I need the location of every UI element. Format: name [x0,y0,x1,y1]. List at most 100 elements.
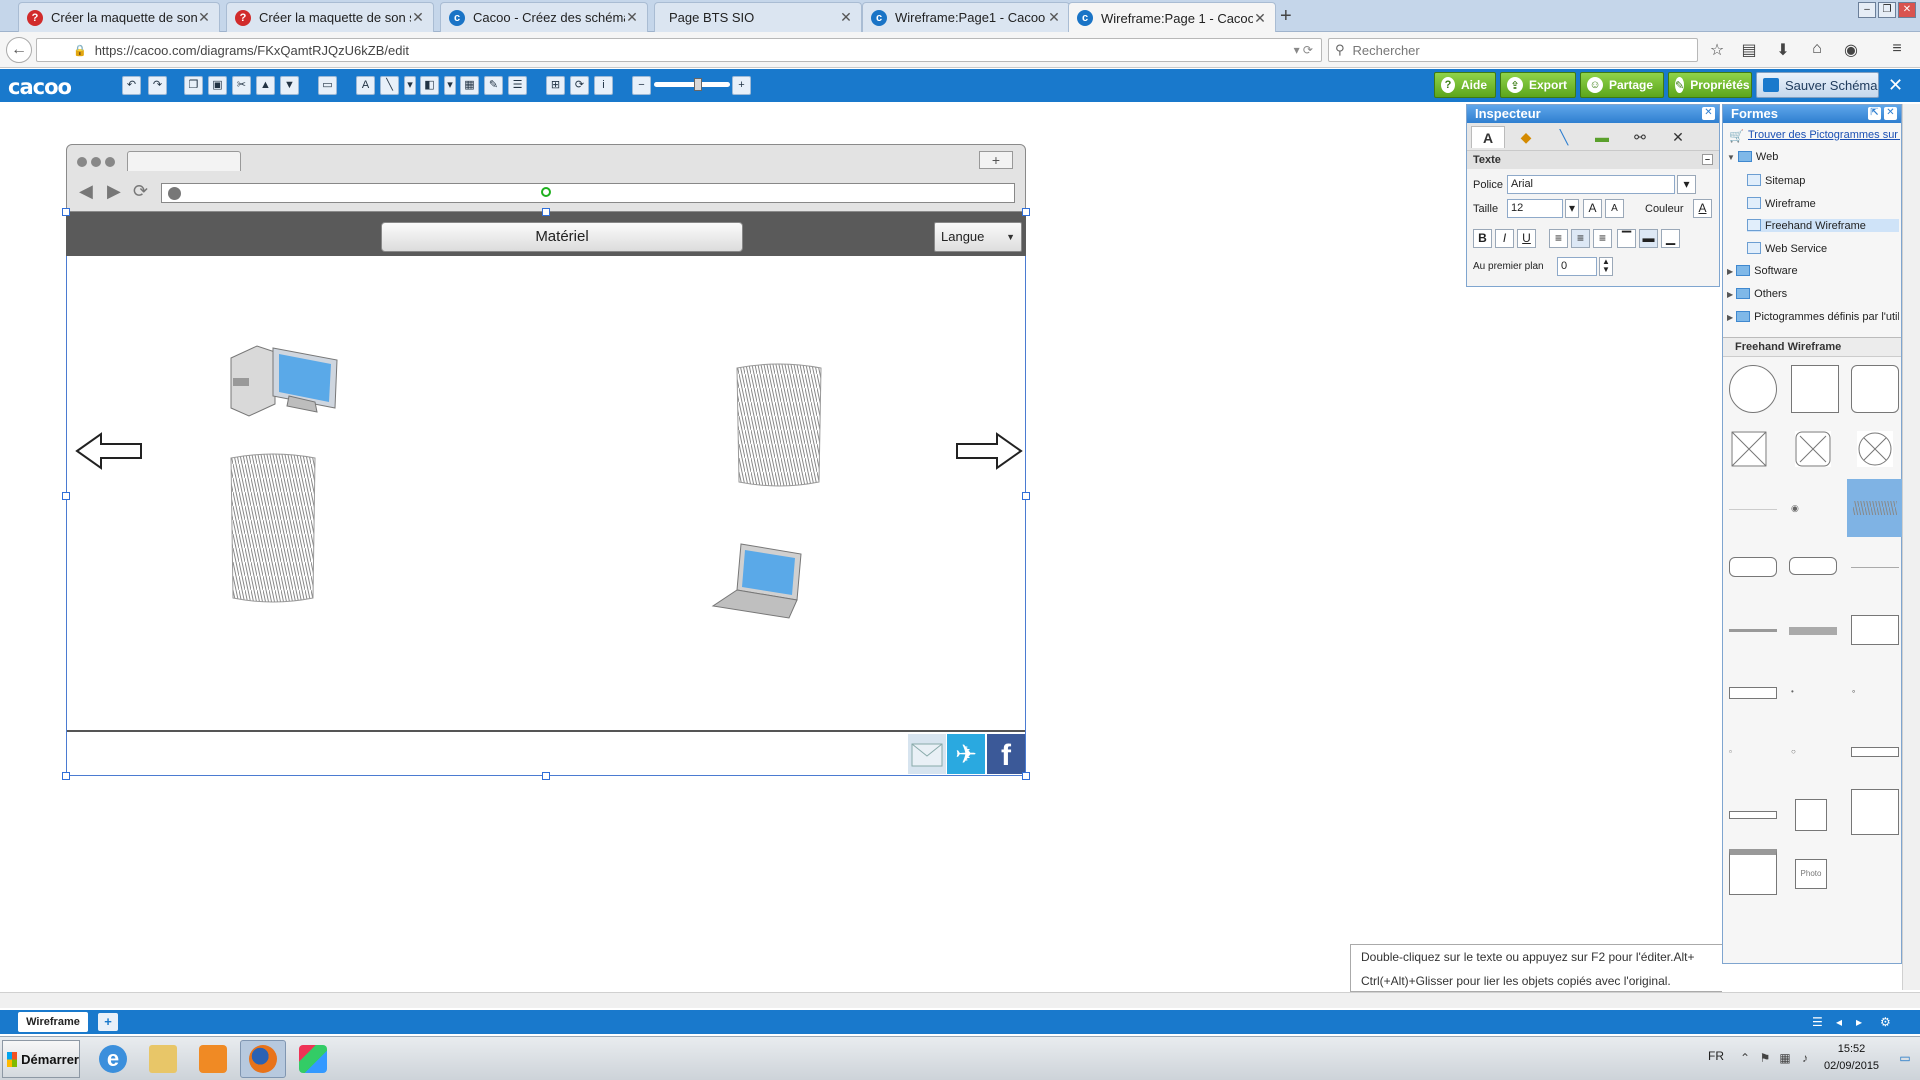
shape-image-placeholder-round[interactable] [1795,431,1831,467]
home-icon[interactable]: ⌂ [1806,40,1828,60]
zoom-slider-knob[interactable] [694,78,702,91]
close-icon[interactable]: ✕ [1047,9,1061,26]
media-player-icon[interactable] [190,1040,236,1078]
text-color-icon[interactable]: A [1693,199,1712,218]
start-button[interactable]: Démarrer [2,1040,80,1078]
send-back-icon[interactable]: ▼ [280,76,299,95]
network-icon[interactable]: ▦ [1778,1051,1792,1065]
refresh-icon[interactable]: ⟳ [570,76,589,95]
language-select[interactable]: Langue ▼ [934,222,1022,252]
align-center-icon[interactable]: ≡ [1571,229,1590,248]
tree-node-sitemap[interactable]: Sitemap [1747,174,1805,187]
align-right-icon[interactable]: ≡ [1593,229,1612,248]
close-icon[interactable]: ✕ [411,9,425,26]
close-icon[interactable]: ✕ [197,9,211,26]
close-icon[interactable]: ✕ [1253,10,1267,27]
minimize-button[interactable]: – [1858,2,1876,18]
font-select[interactable]: Arial [1507,175,1675,194]
chevron-down-icon[interactable]: ▾ [404,76,416,95]
tree-node-software[interactable]: ▶ Software [1727,265,1798,277]
shape-rounded-square[interactable] [1851,365,1899,413]
volume-icon[interactable]: ♪ [1798,1051,1812,1065]
language-indicator[interactable]: FR [1708,1049,1724,1063]
browser-tab[interactable]: c Wireframe:Page1 - Cacoo ✕ [862,2,1070,32]
tab-line[interactable]: ╲ [1547,126,1581,148]
scribble-placeholder[interactable] [733,360,825,490]
url-bar[interactable]: 🔒 https://cacoo.com/diagrams/FKxQamtRJQz… [36,38,1322,62]
selection-handle[interactable] [542,772,550,780]
font-shrink-icon[interactable]: A [1605,199,1624,218]
scribble-placeholder[interactable] [227,450,319,606]
reading-list-icon[interactable]: ▤ [1738,40,1760,60]
menu-icon[interactable]: ≡ [1886,40,1908,60]
wireframe-browser-mockup[interactable]: + ◀ ▶ ⟳ Matériel Langue ▼ ✈ f [62,144,1030,780]
arrow-left-icon[interactable] [75,432,143,470]
valign-top-icon[interactable]: ▔ [1617,229,1636,248]
shape-scribble-selected[interactable] [1847,479,1903,537]
group-icon[interactable]: ⊞ [546,76,565,95]
new-tab-button[interactable]: + [1280,5,1292,28]
tab-fill[interactable]: ◆ [1509,126,1543,148]
firefox-icon[interactable] [240,1040,286,1078]
underline-button[interactable]: U [1517,229,1536,248]
undo-icon[interactable]: ↶ [122,76,141,95]
properties-button[interactable]: ✎ Propriétés [1668,72,1752,98]
table-icon[interactable]: ▦ [460,76,479,95]
tree-node-freehand-wireframe[interactable]: Freehand Wireframe [1747,219,1899,232]
selection-handle[interactable] [62,772,70,780]
popout-icon[interactable]: ⇱ [1868,107,1881,120]
bookmark-star-icon[interactable]: ☆ [1706,40,1728,60]
info-icon[interactable]: i [594,76,613,95]
reload-icon[interactable]: ▾ ⟳ [1294,43,1313,57]
tree-node-others[interactable]: ▶ Others [1727,288,1787,300]
shape-window[interactable] [1851,789,1899,835]
browser-tab[interactable]: ? Créer la maquette de son si... ✕ [226,2,434,32]
share-button[interactable]: ☺ Partage [1580,72,1664,98]
valign-bottom-icon[interactable]: ▁ [1661,229,1680,248]
shape-text-field[interactable] [1729,687,1777,699]
chevron-down-icon[interactable]: ▾ [1677,175,1696,194]
zoom-slider[interactable] [654,82,730,87]
twitter-icon[interactable]: ✈ [947,734,985,774]
shape-button-small[interactable] [1789,557,1837,575]
browser-tab-active[interactable]: c Wireframe:Page 1 - Cacoo ✕ [1068,2,1276,33]
shape-button[interactable] [1729,557,1777,577]
laptop-icon[interactable] [711,540,807,622]
close-editor-icon[interactable]: ✕ [1888,75,1903,96]
note-icon[interactable]: ☰ [508,76,527,95]
shape-dot[interactable]: ∘ [1851,687,1856,696]
shape-video[interactable] [1851,615,1899,645]
shape-radio[interactable]: ◉ [1791,503,1799,514]
stepper-icon[interactable]: ▲ ▼ [1599,257,1613,276]
paste-icon[interactable]: ▣ [208,76,227,95]
search-input[interactable]: ⚲ Rechercher [1328,38,1698,62]
close-icon[interactable]: ✕ [839,9,853,26]
redo-icon[interactable]: ↷ [148,76,167,95]
image-icon[interactable]: ▭ [318,76,337,95]
shape-scrollbar[interactable] [1789,627,1837,635]
show-hidden-icons-icon[interactable]: ⌃ [1738,1051,1752,1065]
shape-thick-line[interactable] [1729,629,1777,632]
desktop-computer-icon[interactable] [227,338,339,420]
browser-tab[interactable]: Page BTS SIO ✕ [654,2,862,32]
shape-square[interactable] [1791,365,1839,413]
zoom-out-icon[interactable]: − [632,76,651,95]
mail-icon[interactable] [908,734,946,774]
paint-icon[interactable] [290,1040,336,1078]
chevron-down-icon[interactable]: ▾ [444,76,456,95]
font-size-field[interactable]: 12 [1507,199,1563,218]
export-button[interactable]: ⇪ Export [1500,72,1576,98]
arrow-right-icon[interactable] [955,432,1023,470]
browser-tab[interactable]: ? Créer la maquette de son si... ✕ [18,2,220,32]
action-center-icon[interactable]: ⚑ [1758,1051,1772,1065]
shape-play-icon[interactable] [1795,799,1827,831]
tree-node-user-icons[interactable]: ▶Pictogrammes définis par l'utilisateur [1727,311,1899,323]
align-left-icon[interactable]: ≡ [1549,229,1568,248]
shape-photo[interactable]: Photo [1795,859,1827,889]
chevron-down-icon[interactable]: ▾ [1565,199,1579,218]
tab-link[interactable]: ⚯ [1623,126,1657,148]
materiel-button[interactable]: Matériel [381,222,743,252]
selection-handle[interactable] [62,208,70,216]
tab-text[interactable]: A [1471,126,1505,148]
show-desktop-icon[interactable]: ▭ [1898,1051,1912,1065]
